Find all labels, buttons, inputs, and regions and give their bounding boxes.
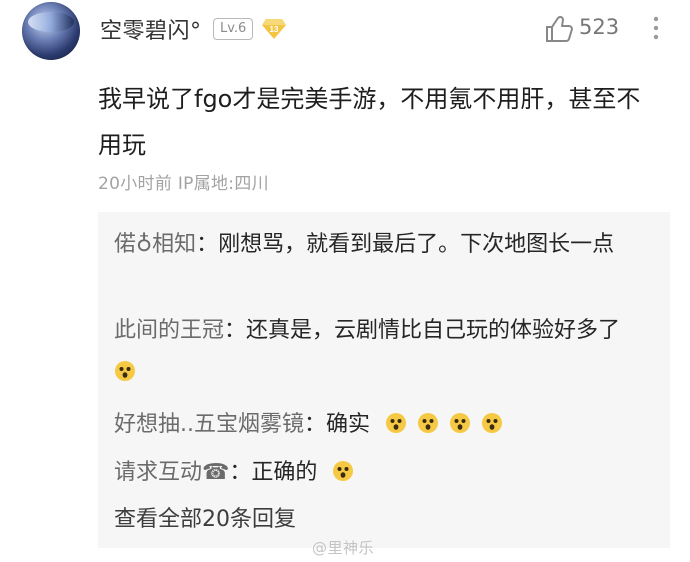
shocked-face-emoji bbox=[450, 413, 471, 433]
comment-text: 我早说了fgo才是完美手游，不用氪不用肝，甚至不用玩 bbox=[98, 85, 641, 159]
like-count: 523 bbox=[579, 15, 620, 39]
diamond-vip-icon: 13 bbox=[262, 19, 286, 39]
reply-item[interactable]: 好想抽..五宝烟雾镜：确实 bbox=[114, 404, 654, 446]
reply-item[interactable]: 请求互动☎：正确的 bbox=[114, 452, 654, 494]
shocked-face-emoji bbox=[482, 413, 503, 433]
comment-meta: 20小时前 IP属地:四川 bbox=[98, 174, 269, 194]
avatar[interactable] bbox=[22, 2, 80, 60]
reply-author[interactable]: 此间的王冠 bbox=[114, 318, 224, 343]
svg-text:13: 13 bbox=[270, 25, 279, 34]
watermark: @里神乐 bbox=[312, 539, 375, 557]
shocked-face-emoji bbox=[333, 461, 354, 481]
username[interactable]: 空零碧闪° bbox=[100, 13, 202, 45]
reply-text: ：正确的 bbox=[229, 460, 318, 485]
shocked-face-emoji bbox=[115, 361, 135, 381]
view-all-replies-link[interactable]: 查看全部20条回复 bbox=[114, 501, 296, 533]
reply-author[interactable]: 好想抽..五宝烟雾镜 bbox=[114, 412, 304, 437]
reply-item[interactable]: 偌♁相知：刚想骂，就看到最后了。下次地图长一点 bbox=[114, 224, 654, 266]
more-vertical-icon[interactable] bbox=[648, 14, 664, 42]
replies-panel: 偌♁相知：刚想骂，就看到最后了。下次地图长一点 此间的王冠：还真是，云剧情比自己… bbox=[98, 212, 670, 548]
level-badge: Lv.6 bbox=[213, 18, 254, 40]
thumbs-up-icon[interactable] bbox=[544, 14, 574, 44]
reply-item[interactable]: 此间的王冠：还真是，云剧情比自己玩的体验好多了 bbox=[114, 310, 654, 394]
reply-text: ：确实 bbox=[304, 412, 371, 437]
shocked-face-emoji bbox=[418, 413, 439, 433]
reply-author[interactable]: 请求互动☎ bbox=[114, 460, 229, 485]
reply-text: ：还真是，云剧情比自己玩的体验好多了 bbox=[224, 318, 621, 343]
reply-author[interactable]: 偌♁相知 bbox=[114, 232, 196, 257]
reply-text: ：刚想骂，就看到最后了。下次地图长一点 bbox=[196, 232, 615, 257]
shocked-face-emoji bbox=[386, 413, 407, 433]
